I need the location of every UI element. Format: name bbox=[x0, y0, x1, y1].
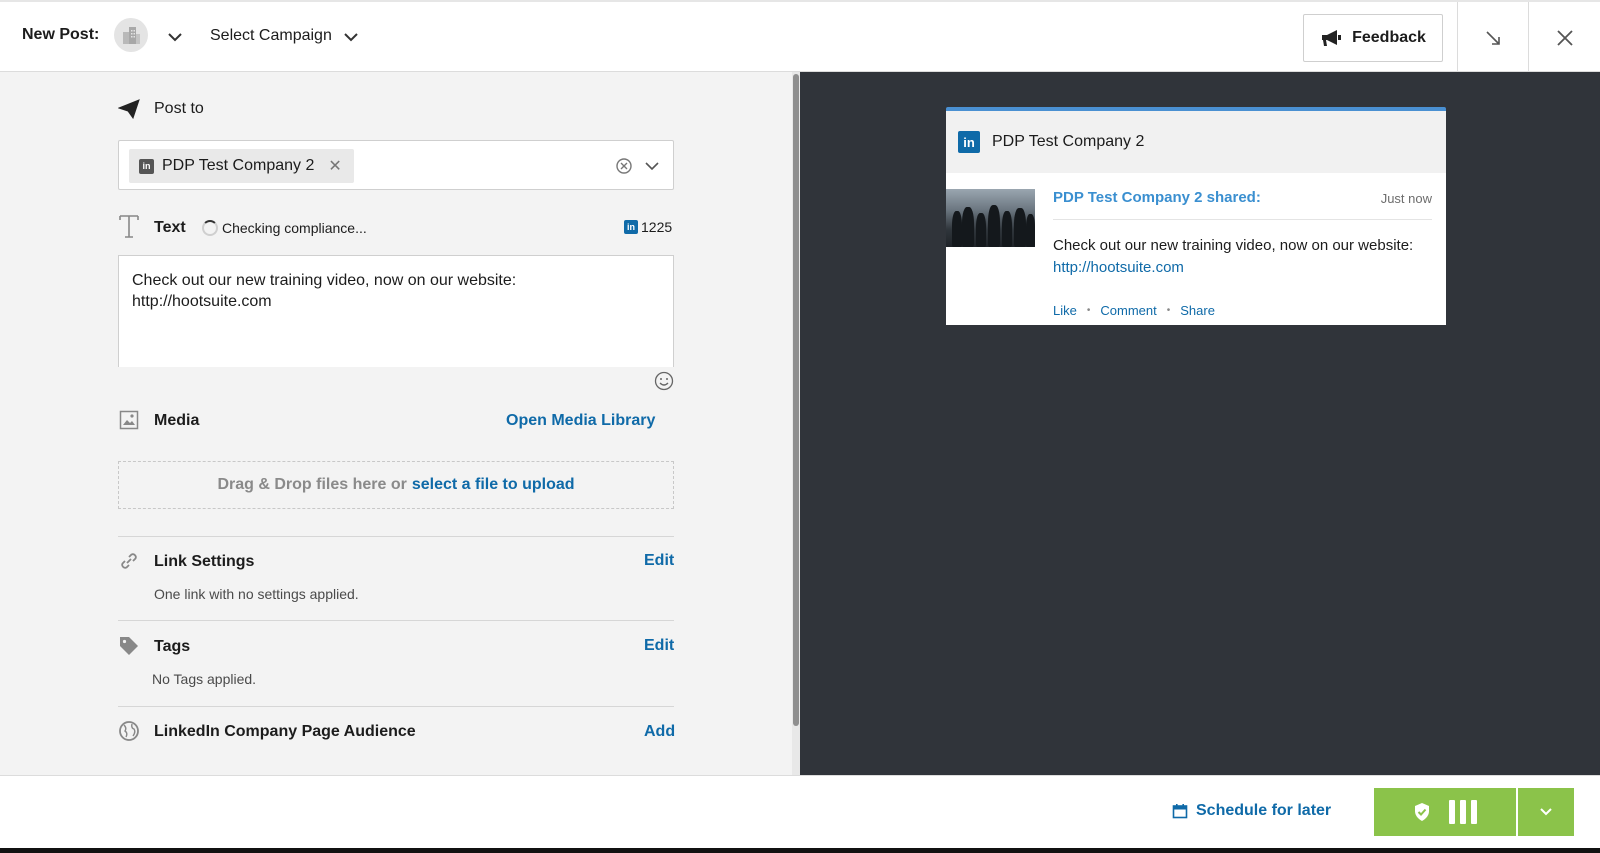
link-settings-summary: One link with no settings applied. bbox=[154, 586, 359, 602]
minimize-arrow-icon bbox=[1486, 31, 1500, 45]
composer-footer: Schedule for later bbox=[0, 775, 1600, 853]
link-settings-edit-button[interactable]: Edit bbox=[644, 552, 674, 570]
link-icon bbox=[118, 550, 140, 572]
profile-chevron-down-icon[interactable] bbox=[643, 157, 661, 175]
linkedin-icon: in bbox=[139, 158, 154, 174]
compliance-status-text: Checking compliance... bbox=[222, 220, 367, 236]
image-icon bbox=[118, 409, 140, 431]
audience-label: LinkedIn Company Page Audience bbox=[154, 723, 416, 740]
preview-card-header: in PDP Test Company 2 bbox=[946, 111, 1446, 173]
linkedin-preview-card: in PDP Test Company 2 PDP Test Company 2… bbox=[946, 107, 1446, 325]
preview-actions: Like • Comment • Share bbox=[1053, 303, 1215, 318]
preview-timestamp: Just now bbox=[1380, 191, 1432, 206]
composer-panel: Post to in PDP Test Company 2 ✕ Text Che… bbox=[0, 72, 792, 775]
close-icon bbox=[1557, 30, 1573, 46]
minimize-button[interactable] bbox=[1477, 22, 1509, 54]
text-label: Text bbox=[154, 219, 186, 236]
composer-header: New Post: Select Campaign Feedback bbox=[0, 0, 1600, 72]
select-campaign-dropdown[interactable]: Select Campaign bbox=[210, 27, 332, 45]
compliance-status: Checking compliance... bbox=[202, 220, 367, 236]
preview-divider bbox=[1053, 219, 1432, 220]
media-label: Media bbox=[154, 412, 200, 429]
section-divider bbox=[118, 620, 674, 621]
preview-shared-text: PDP Test Company 2 shared: bbox=[1053, 189, 1261, 206]
composer-scrollbar[interactable] bbox=[792, 72, 800, 775]
text-type-icon bbox=[118, 215, 140, 238]
preview-body: Check out our new training video, now on… bbox=[1053, 235, 1438, 279]
media-dropzone[interactable]: Drag & Drop files here or select a file … bbox=[118, 461, 674, 509]
post-text-input[interactable]: Check out our new training video, now on… bbox=[118, 255, 674, 367]
globe-icon bbox=[118, 720, 140, 742]
feedback-label: Feedback bbox=[1352, 29, 1426, 46]
separator-dot: • bbox=[1086, 305, 1091, 316]
emoji-icon[interactable] bbox=[654, 371, 674, 391]
schedule-for-later-button[interactable]: Schedule for later bbox=[1172, 802, 1331, 820]
loading-spinner-icon bbox=[202, 220, 218, 236]
post-options-dropdown[interactable] bbox=[1518, 788, 1574, 836]
preview-like: Like bbox=[1053, 303, 1077, 318]
separator-dot: • bbox=[1166, 305, 1171, 316]
post-to-selector[interactable]: in PDP Test Company 2 ✕ bbox=[118, 140, 674, 190]
open-media-library-link[interactable]: Open Media Library bbox=[506, 412, 655, 430]
preview-panel: in PDP Test Company 2 PDP Test Company 2… bbox=[800, 72, 1600, 775]
header-divider bbox=[1528, 2, 1529, 72]
preview-thumbnail bbox=[946, 189, 1035, 247]
post-to-label: Post to bbox=[154, 100, 204, 117]
dropzone-text: Drag & Drop files here or bbox=[217, 476, 407, 493]
campaign-chevron-down-icon[interactable] bbox=[342, 28, 360, 46]
scrollbar-thumb[interactable] bbox=[793, 74, 799, 726]
linkedin-icon: in bbox=[958, 131, 980, 153]
page-title: New Post: bbox=[22, 26, 100, 43]
chevron-down-icon bbox=[1540, 808, 1552, 816]
section-divider bbox=[118, 536, 674, 537]
feedback-button[interactable]: Feedback bbox=[1303, 14, 1443, 62]
selected-profile-name: PDP Test Company 2 bbox=[162, 157, 315, 174]
preview-body-text: Check out our new training video, now on… bbox=[1053, 237, 1414, 254]
char-counter: in 1225 bbox=[624, 219, 672, 235]
megaphone-icon bbox=[1322, 30, 1342, 46]
tags-summary: No Tags applied. bbox=[152, 671, 257, 687]
tags-edit-button[interactable]: Edit bbox=[644, 637, 674, 655]
selected-profile-chip: in PDP Test Company 2 ✕ bbox=[129, 149, 354, 183]
loading-bars-icon bbox=[1449, 800, 1477, 824]
clear-circle-icon[interactable] bbox=[615, 157, 633, 175]
linkedin-icon: in bbox=[624, 220, 638, 234]
calendar-icon bbox=[1172, 804, 1188, 819]
paper-plane-icon bbox=[118, 98, 140, 120]
remove-profile-icon[interactable]: ✕ bbox=[328, 156, 341, 176]
preview-profile-name: PDP Test Company 2 bbox=[992, 133, 1145, 150]
preview-comment: Comment bbox=[1100, 303, 1157, 318]
char-count-value: 1225 bbox=[641, 219, 673, 235]
tag-icon bbox=[118, 635, 140, 657]
preview-url: http://hootsuite.com bbox=[1053, 259, 1184, 276]
tags-label: Tags bbox=[154, 638, 191, 655]
link-settings-label: Link Settings bbox=[154, 553, 255, 570]
audience-add-button[interactable]: Add bbox=[644, 723, 675, 741]
shield-check-icon bbox=[1415, 803, 1429, 821]
schedule-label: Schedule for later bbox=[1196, 802, 1332, 819]
org-chevron-down-icon[interactable] bbox=[166, 28, 184, 46]
org-avatar[interactable] bbox=[114, 18, 148, 52]
post-now-button[interactable] bbox=[1374, 788, 1516, 836]
select-file-link[interactable]: select a file to upload bbox=[412, 476, 575, 494]
preview-share: Share bbox=[1180, 303, 1215, 318]
section-divider bbox=[118, 706, 674, 707]
building-icon bbox=[123, 27, 140, 44]
header-divider bbox=[1457, 2, 1458, 72]
close-button[interactable] bbox=[1549, 22, 1581, 54]
